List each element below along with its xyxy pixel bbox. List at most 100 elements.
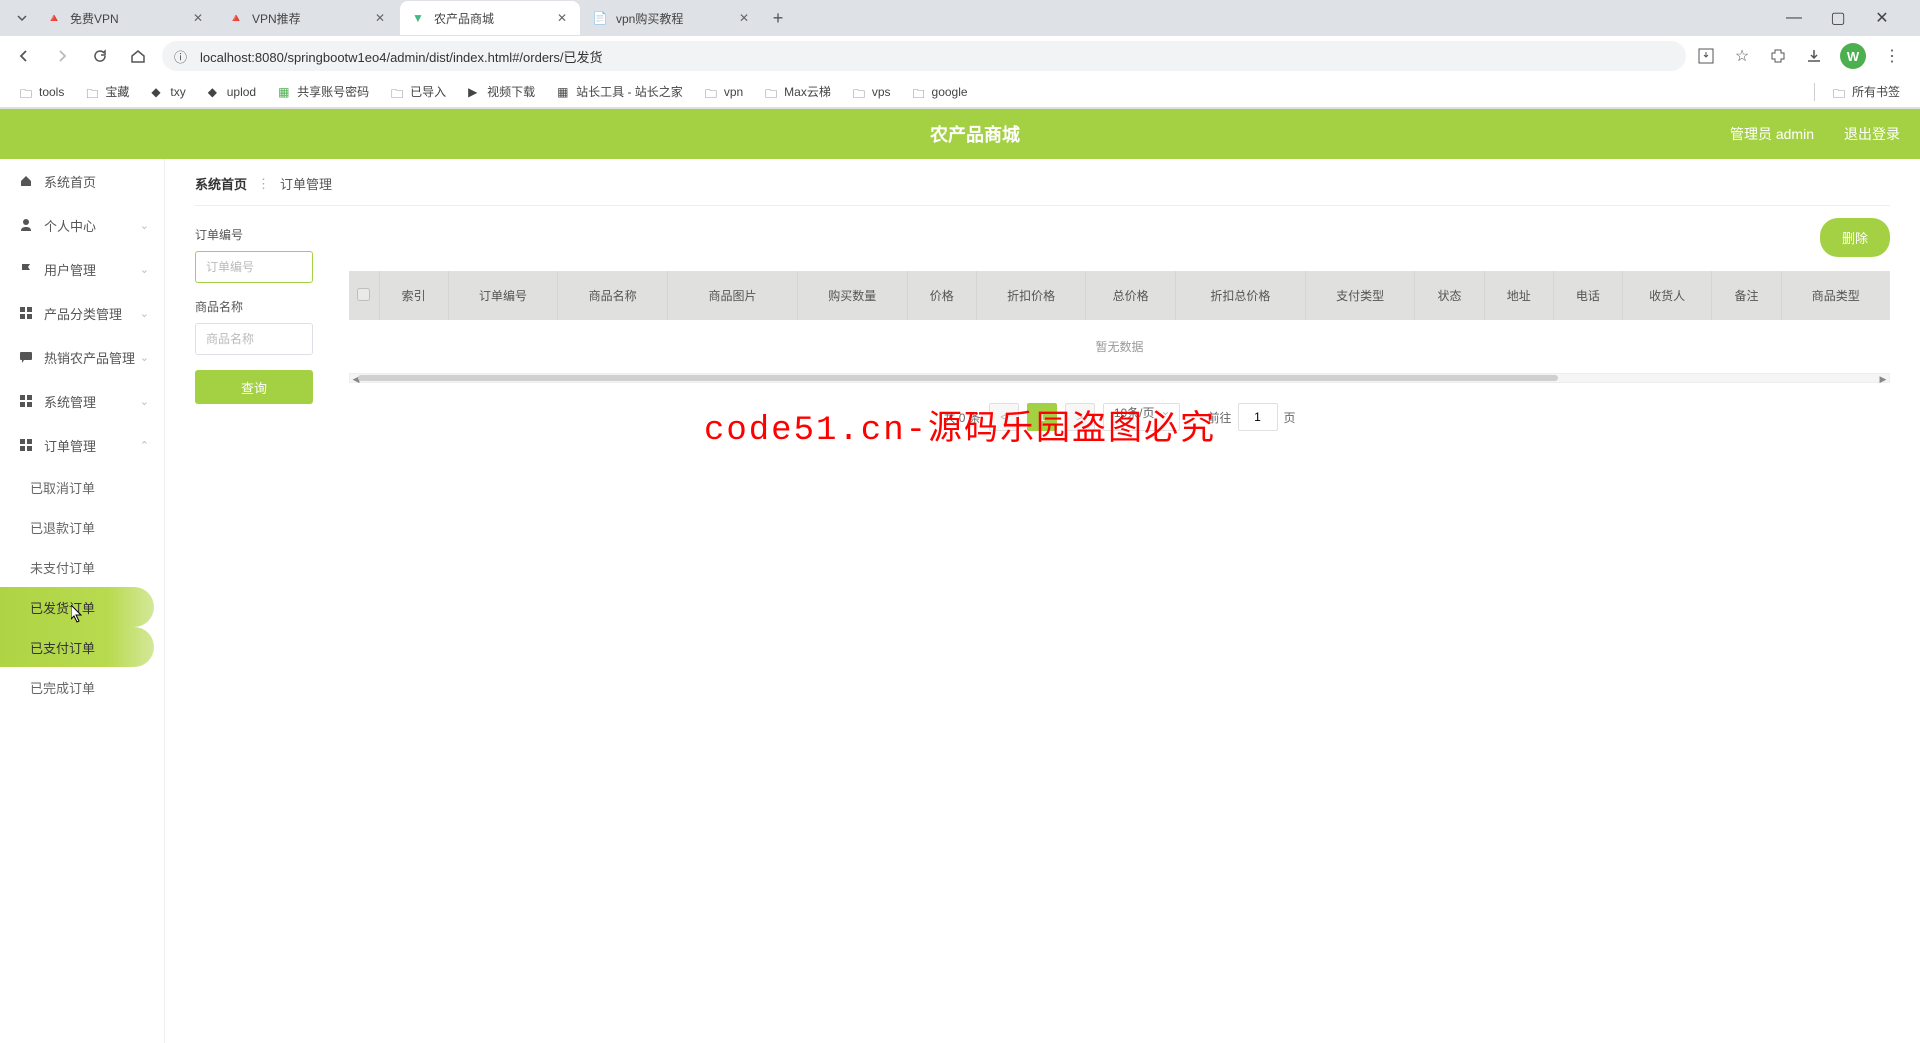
maximize-button[interactable]: ▢ xyxy=(1820,4,1856,32)
all-bookmarks-button[interactable]: 🗀所有书签 xyxy=(1825,79,1908,104)
breadcrumb-home[interactable]: 系统首页 xyxy=(195,174,247,193)
menu-users[interactable]: 用户管理 ⌄ xyxy=(0,247,164,291)
tab-title-2: 农产品商城 xyxy=(434,10,550,27)
chevron-down-icon: ⌄ xyxy=(140,219,149,232)
submenu-paid[interactable]: 已支付订单 xyxy=(0,627,154,667)
bookmark-item[interactable]: 🗀google xyxy=(905,81,976,103)
tab-bar: 🔺 免费VPN ✕ 🔺 VPN推荐 ✕ ▼ 农产品商城 ✕ 📄 vpn购买教程 … xyxy=(0,0,1920,36)
search-button[interactable]: 查询 xyxy=(195,370,313,404)
browser-tab-0[interactable]: 🔺 免费VPN ✕ xyxy=(36,1,216,35)
main-content: 系统首页 ⋮ 订单管理 订单编号 商品名称 查询 删除 索引 xyxy=(165,159,1920,1043)
menu-icon[interactable]: ⋮ xyxy=(1882,46,1902,66)
chevron-up-icon: ⌃ xyxy=(140,439,149,452)
tab-close-icon[interactable]: ✕ xyxy=(372,10,388,26)
breadcrumb-current: 订单管理 xyxy=(280,174,332,193)
order-id-label: 订单编号 xyxy=(195,226,325,243)
tab-close-icon[interactable]: ✕ xyxy=(190,10,206,26)
tab-close-icon[interactable]: ✕ xyxy=(736,10,752,26)
submenu-shipped[interactable]: 已发货订单 xyxy=(0,587,154,627)
home-icon xyxy=(18,173,34,189)
tab-close-icon[interactable]: ✕ xyxy=(554,10,570,26)
tab-dropdown-icon[interactable] xyxy=(8,4,36,32)
bookmark-item[interactable]: 🗀宝藏 xyxy=(78,79,137,104)
site-icon: ▦ xyxy=(557,85,571,99)
chevron-down-icon: ⌄ xyxy=(140,351,149,364)
folder-icon: 🗀 xyxy=(1833,85,1847,99)
address-bar: ⓘ localhost:8080/springbootw1eo4/admin/d… xyxy=(0,36,1920,76)
divider xyxy=(1814,83,1815,101)
site-icon: ▶ xyxy=(468,85,482,99)
profile-avatar[interactable]: W xyxy=(1840,43,1866,69)
submenu-completed[interactable]: 已完成订单 xyxy=(0,667,164,707)
url-input[interactable]: ⓘ localhost:8080/springbootw1eo4/admin/d… xyxy=(162,41,1686,71)
install-icon[interactable] xyxy=(1696,46,1716,66)
col-type: 商品类型 xyxy=(1781,271,1890,320)
tab-favicon-3: 📄 xyxy=(592,10,608,26)
bookmark-item[interactable]: 🗀Max云梯 xyxy=(757,79,839,104)
home-button[interactable] xyxy=(124,42,152,70)
submenu-unpaid[interactable]: 未支付订单 xyxy=(0,547,164,587)
menu-category[interactable]: 产品分类管理 ⌄ xyxy=(0,291,164,335)
chevron-down-icon: ⌄ xyxy=(140,263,149,276)
menu-home[interactable]: 系统首页 xyxy=(0,159,164,203)
bookmark-bar: 🗀tools 🗀宝藏 ◆txy ◆uplod ▦共享账号密码 🗀已导入 ▶视频下… xyxy=(0,76,1920,108)
site-info-icon[interactable]: ⓘ xyxy=(174,47,192,66)
bookmark-item[interactable]: ▦共享账号密码 xyxy=(270,79,377,104)
minimize-button[interactable]: — xyxy=(1776,4,1812,32)
site-icon: ▦ xyxy=(278,85,292,99)
col-addr: 地址 xyxy=(1484,271,1553,320)
data-table: 索引 订单编号 商品名称 商品图片 购买数量 价格 折扣价格 总价格 折扣总价格… xyxy=(349,271,1890,373)
bookmark-star-icon[interactable]: ☆ xyxy=(1732,46,1752,66)
goto-page-input[interactable] xyxy=(1238,403,1278,431)
bookmark-item[interactable]: ◆uplod xyxy=(200,81,264,103)
menu-profile[interactable]: 个人中心 ⌄ xyxy=(0,203,164,247)
menu-system[interactable]: 系统管理 ⌄ xyxy=(0,379,164,423)
close-window-button[interactable]: ✕ xyxy=(1864,4,1900,32)
back-button[interactable] xyxy=(10,42,38,70)
delete-button[interactable]: 删除 xyxy=(1820,218,1890,257)
breadcrumb-separator: ⋮ xyxy=(257,176,270,192)
scroll-right-icon[interactable]: ▶ xyxy=(1877,374,1889,384)
search-panel: 订单编号 商品名称 查询 xyxy=(195,226,325,404)
person-icon xyxy=(18,217,34,233)
logout-button[interactable]: 退出登录 xyxy=(1844,124,1900,144)
bookmark-item[interactable]: 🗀vpn xyxy=(697,81,751,103)
flag-icon xyxy=(18,261,34,277)
browser-tab-3[interactable]: 📄 vpn购买教程 ✕ xyxy=(582,1,762,35)
col-product: 商品名称 xyxy=(558,271,668,320)
bookmark-item[interactable]: ◆txy xyxy=(143,81,193,103)
download-icon[interactable] xyxy=(1804,46,1824,66)
grid-icon xyxy=(18,393,34,409)
prev-page-button[interactable]: < xyxy=(989,403,1019,431)
browser-tab-1[interactable]: 🔺 VPN推荐 ✕ xyxy=(218,1,398,35)
folder-icon: 🗀 xyxy=(20,85,34,99)
new-tab-button[interactable]: + xyxy=(764,4,792,32)
extensions-icon[interactable] xyxy=(1768,46,1788,66)
order-id-input[interactable] xyxy=(195,251,313,283)
reload-button[interactable] xyxy=(86,42,114,70)
product-name-input[interactable] xyxy=(195,323,313,355)
checkbox-header[interactable] xyxy=(349,271,379,320)
page-number-button[interactable]: 1 xyxy=(1027,403,1057,431)
bookmark-item[interactable]: ▦站长工具 - 站长之家 xyxy=(549,79,691,104)
col-paytype: 支付类型 xyxy=(1305,271,1415,320)
col-receiver: 收货人 xyxy=(1622,271,1711,320)
browser-tab-2[interactable]: ▼ 农产品商城 ✕ xyxy=(400,1,580,35)
page-size-select[interactable]: 10条/页 ⌄ xyxy=(1103,403,1180,431)
forward-button[interactable] xyxy=(48,42,76,70)
bookmark-item[interactable]: ▶视频下载 xyxy=(460,79,543,104)
menu-orders[interactable]: 订单管理 ⌃ xyxy=(0,423,164,467)
admin-label[interactable]: 管理员 admin xyxy=(1730,124,1814,144)
bookmark-item[interactable]: 🗀vps xyxy=(845,81,899,103)
submenu-refunded[interactable]: 已退款订单 xyxy=(0,507,164,547)
table-scrollbar[interactable]: ◀ ▶ xyxy=(349,373,1890,383)
menu-products[interactable]: 热销农产品管理 ⌄ xyxy=(0,335,164,379)
scroll-thumb[interactable] xyxy=(358,375,1558,381)
submenu-cancelled[interactable]: 已取消订单 xyxy=(0,467,164,507)
folder-icon: 🗀 xyxy=(853,85,867,99)
bookmark-item[interactable]: 🗀已导入 xyxy=(383,79,454,104)
bookmark-item[interactable]: 🗀tools xyxy=(12,81,72,103)
next-page-button[interactable]: > xyxy=(1065,403,1095,431)
chat-icon xyxy=(18,349,34,365)
col-disctotal: 折扣总价格 xyxy=(1175,271,1305,320)
